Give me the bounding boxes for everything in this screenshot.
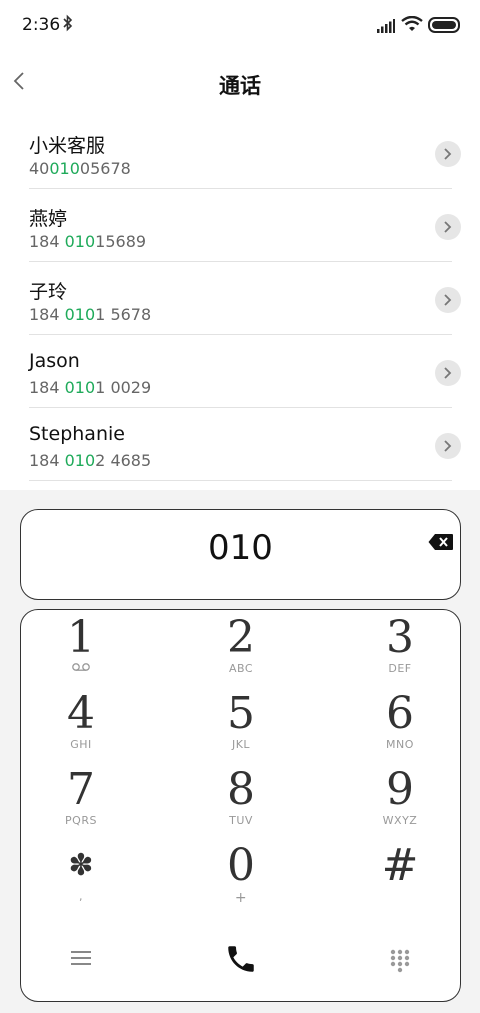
contact-name: Stephanie	[29, 423, 125, 445]
chevron-right-icon[interactable]	[435, 433, 461, 459]
wifi-icon	[401, 15, 423, 36]
contact-number: 184 01015689	[29, 232, 147, 251]
key-9[interactable]: 9 WXYZ	[340, 766, 460, 840]
entered-number: 010	[208, 528, 273, 568]
contact-name: Jason	[29, 350, 80, 372]
contact-name: 小米客服	[29, 135, 106, 157]
backspace-icon[interactable]	[428, 533, 454, 555]
contact-row[interactable]: 子玲 184 0101 5678	[0, 262, 480, 335]
key-hash[interactable]: #	[340, 842, 460, 916]
page-title: 通话	[219, 74, 261, 98]
key-8[interactable]: 8 TUV	[181, 766, 301, 840]
match-highlight: 010	[64, 232, 96, 251]
contact-row[interactable]: Stephanie 184 0102 4685	[0, 408, 480, 481]
key-5[interactable]: 5 JKL	[181, 690, 301, 764]
key-star[interactable]: ✽ ,	[21, 842, 141, 916]
key-6[interactable]: 6 MNO	[340, 690, 460, 764]
contact-number: 184 0102 4685	[29, 451, 152, 470]
menu-icon[interactable]	[71, 950, 91, 970]
app-header: 通话	[0, 52, 480, 116]
dialpad-icon[interactable]	[390, 949, 410, 977]
chevron-right-icon[interactable]	[435, 287, 461, 313]
voicemail-icon	[21, 662, 141, 675]
key-7[interactable]: 7 PQRS	[21, 766, 141, 840]
phone-call-icon[interactable]	[224, 942, 258, 980]
dialpad: 1 2 ABC 3 DEF 4 GHI 5 JKL 6 MNO 7 PQRS 8…	[20, 609, 461, 1002]
contact-name: 子玲	[29, 281, 68, 303]
number-display: 010	[20, 509, 461, 600]
contact-row[interactable]: 燕婷 184 01015689	[0, 189, 480, 262]
contact-number: 184 0101 5678	[29, 305, 152, 324]
match-highlight: 010	[64, 451, 96, 470]
contact-number: 184 0101 0029	[29, 378, 152, 397]
contact-row[interactable]: Jason 184 0101 0029	[0, 335, 480, 408]
chevron-right-icon[interactable]	[435, 214, 461, 240]
match-highlight: 010	[64, 378, 96, 397]
divider	[29, 480, 452, 481]
contact-list: 小米客服 4001005678 燕婷 184 01015689 子玲 184 0…	[0, 116, 480, 490]
bluetooth-icon	[63, 14, 73, 36]
contact-row[interactable]: 小米客服 4001005678	[0, 116, 480, 189]
key-0[interactable]: 0 +	[181, 842, 301, 916]
match-highlight: 010	[49, 159, 80, 178]
contact-name: 燕婷	[29, 208, 68, 230]
key-4[interactable]: 4 GHI	[21, 690, 141, 764]
chevron-right-icon[interactable]	[435, 141, 461, 167]
status-time: 2:36	[22, 15, 61, 35]
chevron-right-icon[interactable]	[435, 360, 461, 386]
key-1[interactable]: 1	[21, 614, 141, 688]
battery-icon	[428, 17, 460, 33]
key-2[interactable]: 2 ABC	[181, 614, 301, 688]
status-bar: 2:36	[0, 0, 480, 52]
match-highlight: 010	[64, 305, 96, 324]
key-3[interactable]: 3 DEF	[340, 614, 460, 688]
contact-number: 4001005678	[29, 159, 131, 178]
signal-icon	[377, 18, 395, 37]
